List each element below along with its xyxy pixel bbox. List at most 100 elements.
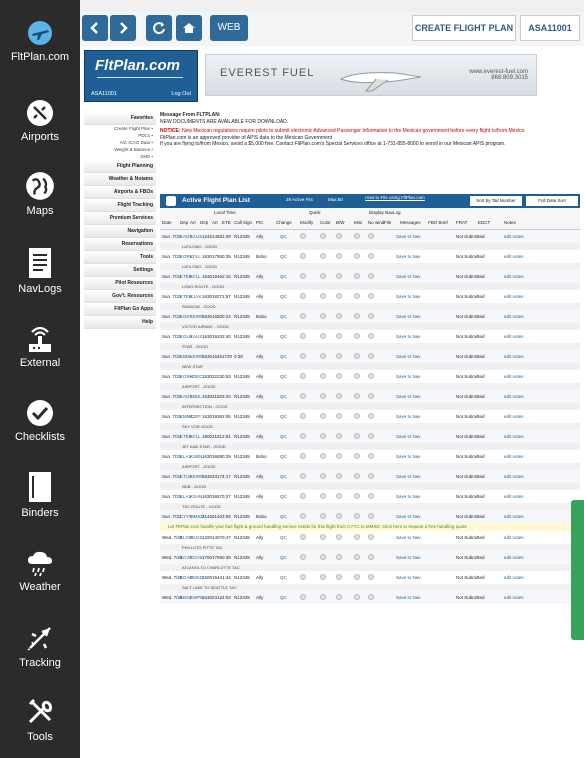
radio-button[interactable]	[300, 393, 306, 399]
radio-button[interactable]	[336, 453, 342, 459]
arr-airport[interactable]: KFLL	[190, 274, 201, 279]
radio-button[interactable]	[336, 393, 342, 399]
quick-change-link[interactable]: QC	[280, 294, 287, 299]
radio-button[interactable]	[354, 473, 360, 479]
sidebar-item-navlogs[interactable]: NavLogs	[0, 246, 80, 295]
save-to-nav-link[interactable]: Save to Nav	[396, 274, 421, 279]
back-button[interactable]	[82, 15, 108, 41]
radio-button[interactable]	[368, 413, 374, 419]
left-nav-item[interactable]: Flight Tracking	[84, 199, 156, 212]
quick-change-link[interactable]: QC	[280, 575, 287, 580]
radio-button[interactable]	[320, 253, 326, 259]
save-to-nav-link[interactable]: Save to Nav	[396, 535, 421, 540]
radio-button[interactable]	[320, 413, 326, 419]
radio-button[interactable]	[368, 313, 374, 319]
radio-button[interactable]	[354, 333, 360, 339]
radio-button[interactable]	[336, 413, 342, 419]
quick-change-link[interactable]: QC	[280, 334, 287, 339]
radio-button[interactable]	[336, 513, 342, 519]
left-nav-item[interactable]: Weight & Balance •	[84, 146, 156, 153]
radio-button[interactable]	[354, 413, 360, 419]
radio-button[interactable]	[320, 433, 326, 439]
edit-notes-link[interactable]: edit notes	[504, 254, 524, 259]
sidebar-item-fltplan[interactable]: FltPlan.com	[0, 18, 80, 63]
radio-button[interactable]	[354, 513, 360, 519]
radio-button[interactable]	[300, 313, 306, 319]
radio-button[interactable]	[300, 233, 306, 239]
left-nav-item[interactable]: Premium Services	[84, 212, 156, 225]
edit-notes-link[interactable]: edit notes	[504, 354, 524, 359]
radio-button[interactable]	[300, 413, 306, 419]
left-nav-item[interactable]: A/C ICAO Data •	[84, 139, 156, 146]
radio-button[interactable]	[368, 534, 374, 540]
sidebar-item-checklists[interactable]: Checklists	[0, 398, 80, 443]
table-row[interactable]: Wed. 7/25 KBSZ KWPB 1630 2312 4:02 N12345 Ally Q…	[160, 591, 580, 604]
save-to-nav-link[interactable]: Save to Nav	[396, 394, 421, 399]
quick-change-link[interactable]: QC	[280, 414, 287, 419]
radio-button[interactable]	[300, 293, 306, 299]
radio-button[interactable]	[336, 534, 342, 540]
quick-change-link[interactable]: QC	[280, 314, 287, 319]
home-button[interactable]	[176, 15, 202, 41]
radio-button[interactable]	[320, 233, 326, 239]
radio-button[interactable]	[368, 253, 374, 259]
arr-airport[interactable]: KSAN	[190, 494, 202, 499]
handling-promo-text[interactable]: Let FltPlan.com handle your fuel flight …	[168, 524, 467, 529]
edit-notes-link[interactable]: edit notes	[504, 454, 524, 459]
save-to-nav-link[interactable]: Save to Nav	[396, 555, 421, 560]
edit-notes-link[interactable]: edit notes	[504, 234, 524, 239]
save-to-nav-link[interactable]: Save to Nav	[396, 354, 421, 359]
radio-button[interactable]	[368, 333, 374, 339]
edit-notes-link[interactable]: edit notes	[504, 294, 524, 299]
left-nav-item[interactable]: Airports & FBOs	[84, 186, 156, 199]
left-nav-item[interactable]: Favorites	[84, 112, 156, 125]
sidebar-item-maps[interactable]: Maps	[0, 170, 80, 217]
radio-button[interactable]	[320, 534, 326, 540]
radio-button[interactable]	[354, 353, 360, 359]
left-nav-item[interactable]: PDCs •	[84, 132, 156, 139]
edit-notes-link[interactable]: edit notes	[504, 535, 524, 540]
table-row[interactable]: Sun. 7/31 KGLD KAUS 1630 1910 2:40 N12345 Ally Q…	[160, 330, 580, 343]
radio-button[interactable]	[368, 353, 374, 359]
left-nav-item[interactable]: Pilot Resources	[84, 277, 156, 290]
quick-change-link[interactable]: QC	[280, 535, 287, 540]
edit-notes-link[interactable]: edit notes	[504, 555, 524, 560]
create-flight-plan-button[interactable]: CREATE FLIGHT PLAN	[412, 15, 516, 41]
radio-button[interactable]	[320, 333, 326, 339]
quick-change-link[interactable]: QC	[280, 454, 287, 459]
table-row[interactable]: Sun. 7/31 KAGS KBDL 1630 2150 3:20 N12345 Ally Q…	[160, 390, 580, 403]
radio-button[interactable]	[354, 393, 360, 399]
radio-button[interactable]	[368, 493, 374, 499]
edit-notes-link[interactable]: edit notes	[504, 434, 524, 439]
save-to-nav-link[interactable]: Save to Nav	[396, 414, 421, 419]
radio-button[interactable]	[336, 493, 342, 499]
save-to-nav-link[interactable]: Save to Nav	[396, 494, 421, 499]
radio-button[interactable]	[354, 534, 360, 540]
table-row[interactable]: Sun. 7/31 KTEB KFLL 1630 1945 2:15 N12345 Ally Q…	[160, 270, 580, 283]
left-nav-item[interactable]: FltPlan Go Apps	[84, 303, 156, 316]
save-to-nav-link[interactable]: Save to Nav	[396, 294, 421, 299]
radio-button[interactable]	[300, 373, 306, 379]
edit-notes-link[interactable]: edit notes	[504, 374, 524, 379]
radio-button[interactable]	[336, 273, 342, 279]
radio-button[interactable]	[300, 574, 306, 580]
radio-button[interactable]	[336, 333, 342, 339]
left-nav-item[interactable]: Navigation	[84, 225, 156, 238]
left-nav-item[interactable]: Gov't. Resources	[84, 290, 156, 303]
radio-button[interactable]	[336, 594, 342, 600]
refresh-button[interactable]	[146, 15, 172, 41]
left-nav-item[interactable]: Help	[84, 316, 156, 329]
edit-notes-link[interactable]: edit notes	[504, 595, 524, 600]
sidebar-item-binders[interactable]: Binders	[0, 470, 80, 519]
table-row[interactable]: Sun. 7/31 KBDL KEWR 1630 1645 1720 0:38 Ally QC S…	[160, 350, 580, 363]
save-to-nav-link[interactable]: Save to Nav	[396, 595, 421, 600]
radio-button[interactable]	[354, 493, 360, 499]
radio-button[interactable]	[320, 373, 326, 379]
table-row[interactable]: Sun. 7/31 KAGS KAUS 1245 1458 1:09 N12345 Ally Q…	[160, 230, 580, 243]
arr-airport[interactable]: KJEF	[190, 414, 201, 419]
radio-button[interactable]	[336, 233, 342, 239]
table-row[interactable]: Wed. 7/25 KLGW KAGS 1320 1407 0:47 N12345 Ally Q…	[160, 531, 580, 544]
radio-button[interactable]	[354, 373, 360, 379]
radio-button[interactable]	[300, 333, 306, 339]
radio-button[interactable]	[336, 433, 342, 439]
